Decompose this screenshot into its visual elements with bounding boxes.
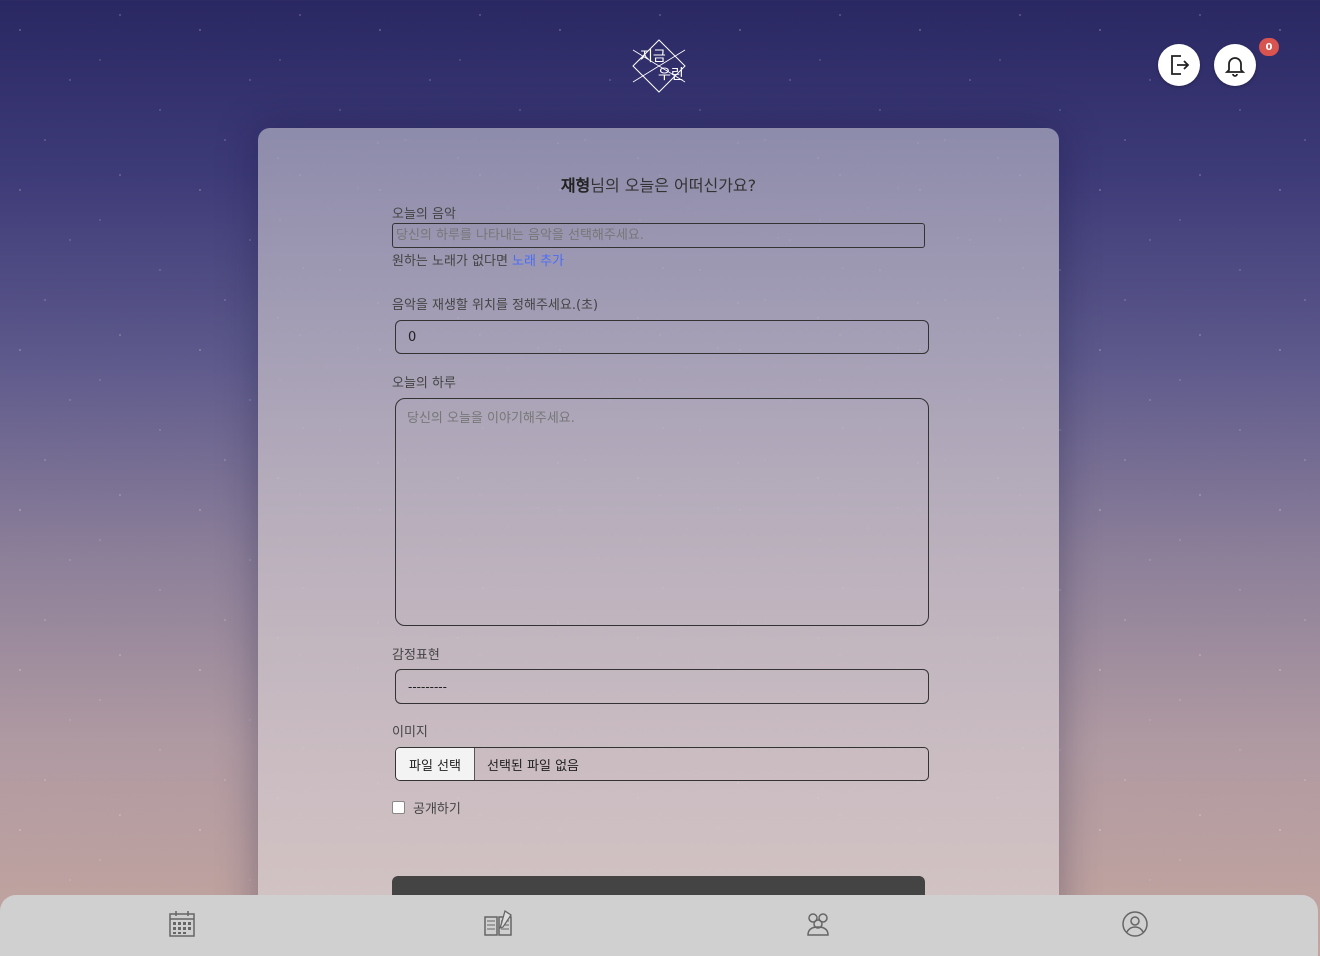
emotion-label: 감정표현 (392, 648, 440, 663)
music-label: 오늘의 음악 (392, 207, 456, 222)
diary-label: 오늘의 하루 (392, 376, 456, 391)
image-label: 이미지 (392, 725, 428, 740)
diary-form-card: 재형님의 오늘은 어떠신가요? 오늘의 음악 원하는 노래가 없다면 노래 추가… (258, 128, 1059, 956)
bottom-nav (0, 895, 1318, 956)
file-select-button[interactable]: 파일 선택 (396, 748, 475, 780)
friends-icon (807, 913, 829, 936)
greeting-title: 재형님의 오늘은 어떠신가요? (258, 172, 1059, 196)
logo-text-bottom: 우린 (658, 67, 684, 83)
add-song-prefix: 원하는 노래가 없다면 (392, 254, 508, 269)
app-logo[interactable]: 지금 우린 (630, 38, 688, 94)
calendar-icon (169, 911, 195, 937)
logo-text-top: 지금 (640, 49, 666, 65)
logout-icon (1171, 55, 1190, 75)
nav-write-diary[interactable] (483, 909, 513, 939)
position-label: 음악을 재생할 위치를 정해주세요.(초) (392, 298, 599, 313)
emotion-select[interactable]: --------- (395, 669, 929, 704)
bell-icon (1224, 57, 1246, 77)
add-song-link[interactable]: 노래 추가 (512, 254, 564, 269)
diary-write-icon (484, 909, 512, 936)
nav-calendar[interactable] (167, 909, 197, 939)
notification-button[interactable] (1214, 44, 1256, 86)
play-position-input[interactable] (395, 320, 929, 354)
diary-textarea[interactable] (395, 398, 929, 626)
logout-button[interactable] (1158, 44, 1200, 86)
image-file-input[interactable]: 파일 선택 선택된 파일 없음 (395, 747, 929, 781)
public-row: 공개하기 (392, 798, 461, 817)
nav-friends[interactable] (803, 909, 833, 939)
notification-badge: 0 (1259, 38, 1279, 56)
greeting-text: 님의 오늘은 어떠신가요? (590, 176, 757, 195)
music-search-input[interactable] (392, 223, 925, 248)
emotion-selected-value: --------- (408, 679, 447, 694)
user-name: 재형 (560, 176, 591, 195)
add-song-row: 원하는 노래가 없다면 노래 추가 (392, 250, 564, 269)
profile-icon (1122, 911, 1148, 937)
public-checkbox[interactable] (392, 801, 405, 814)
nav-profile[interactable] (1120, 909, 1150, 939)
public-label: 공개하기 (413, 802, 461, 817)
file-status-text: 선택된 파일 없음 (487, 758, 579, 774)
